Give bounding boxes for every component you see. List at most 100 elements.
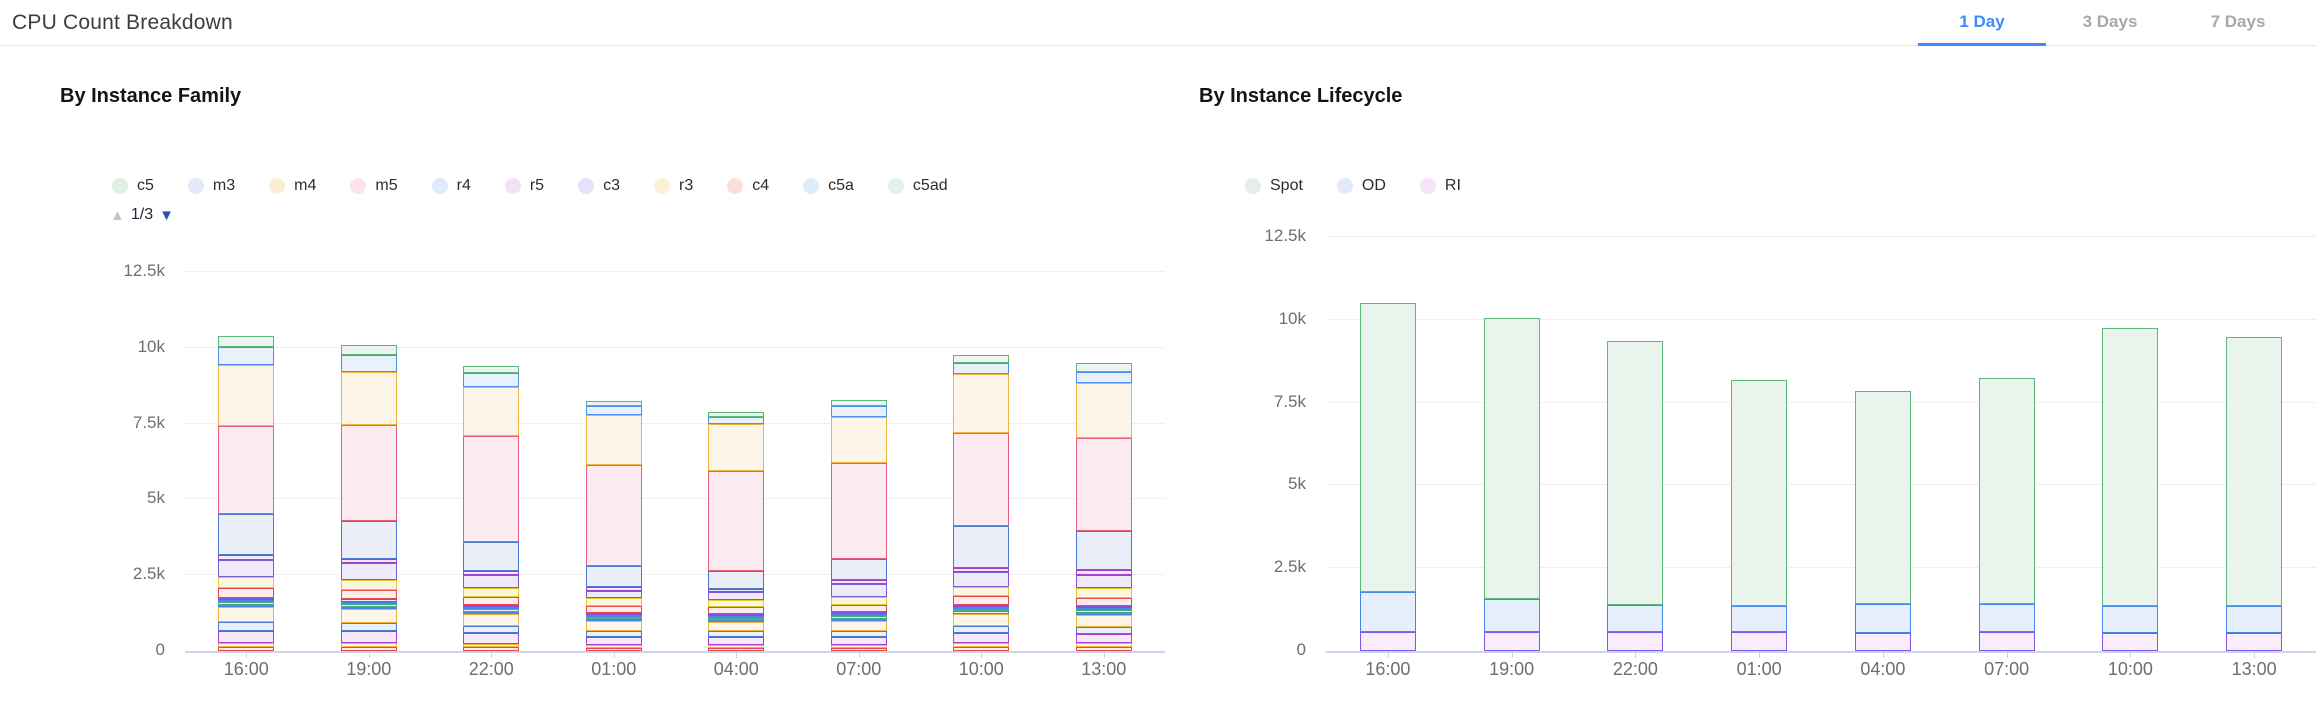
bar-segment-r4[interactable] <box>586 566 642 587</box>
bar-segment-r3[interactable] <box>463 588 519 597</box>
bar-segment-ri[interactable] <box>1855 633 1911 651</box>
bar-segment-spot[interactable] <box>1360 303 1416 592</box>
bar-segment-m4[interactable] <box>463 387 519 436</box>
bar-segment-spot[interactable] <box>1484 318 1540 599</box>
bar-segment-m5[interactable] <box>586 465 642 566</box>
bar-segment-c4[interactable] <box>708 607 764 614</box>
bar-segment[interactable] <box>831 637 887 645</box>
bar-segment[interactable] <box>953 633 1009 643</box>
bar-segment-c3[interactable] <box>218 560 274 578</box>
bar-segment-r3[interactable] <box>1076 588 1132 597</box>
bar-segment-c3[interactable] <box>586 591 642 598</box>
bar-segment-c4[interactable] <box>218 588 274 597</box>
bar-segment-od[interactable] <box>1979 604 2035 632</box>
bar-segment-c5a[interactable] <box>218 347 274 365</box>
bar-segment-ri[interactable] <box>1607 632 1663 651</box>
bar-segment-spot[interactable] <box>2102 328 2158 606</box>
bar-segment-c5a[interactable] <box>831 406 887 417</box>
bar-segment-c4[interactable] <box>831 605 887 612</box>
legend-item-c5[interactable]: c5 <box>112 177 154 195</box>
legend-item-m4[interactable]: m4 <box>269 177 316 195</box>
bar-segment-c5a[interactable] <box>341 355 397 372</box>
legend-item-m5[interactable]: m5 <box>350 177 397 195</box>
bar-segment-r4[interactable] <box>831 559 887 580</box>
tab-3-days[interactable]: 3 Days <box>2046 0 2174 46</box>
bar-segment[interactable] <box>463 633 519 643</box>
bar-segment-c5a[interactable] <box>953 363 1009 374</box>
bar-segment[interactable] <box>953 614 1009 626</box>
bar-segment-c5a[interactable] <box>1076 372 1132 383</box>
bar-segment[interactable] <box>586 621 642 631</box>
bar-segment-ri[interactable] <box>1360 632 1416 651</box>
bar-segment[interactable] <box>218 631 274 643</box>
bar-segment-r3[interactable] <box>218 577 274 588</box>
legend-item-c3[interactable]: c3 <box>578 177 620 195</box>
legend-item-od[interactable]: OD <box>1337 177 1386 195</box>
bar-segment-r3[interactable] <box>831 597 887 605</box>
bar-segment-c3[interactable] <box>1076 575 1132 589</box>
bar-segment-od[interactable] <box>1607 605 1663 632</box>
tab-1-day[interactable]: 1 Day <box>1918 0 2046 46</box>
bar-segment-m4[interactable] <box>1076 383 1132 438</box>
bar-segment[interactable] <box>1076 634 1132 644</box>
bar-segment-spot[interactable] <box>2226 337 2282 607</box>
bar-segment[interactable] <box>953 626 1009 633</box>
bar-segment-m4[interactable] <box>953 374 1009 433</box>
legend-item-m3[interactable]: m3 <box>188 177 235 195</box>
bar-segment-c4[interactable] <box>341 590 397 599</box>
bar-segment[interactable] <box>708 637 764 645</box>
bar-segment-m4[interactable] <box>586 415 642 465</box>
bar-segment-spot[interactable] <box>1855 391 1911 604</box>
bar-segment-c4[interactable] <box>463 597 519 605</box>
legend-page-up-button[interactable]: ▲ <box>110 208 125 223</box>
bar-segment-c3[interactable] <box>463 575 519 588</box>
bar-segment-od[interactable] <box>1731 606 1787 632</box>
bar-segment[interactable] <box>1076 627 1132 634</box>
bar-segment-m5[interactable] <box>953 433 1009 526</box>
bar-segment-r3[interactable] <box>341 580 397 590</box>
bar-segment-m5[interactable] <box>1076 438 1132 532</box>
bar-segment-m5[interactable] <box>341 425 397 520</box>
bar-segment-od[interactable] <box>2226 606 2282 633</box>
bar-segment-m5[interactable] <box>708 471 764 570</box>
bar-segment[interactable] <box>831 621 887 631</box>
bar-segment-m5[interactable] <box>463 436 519 543</box>
bar-segment-c5a[interactable] <box>463 373 519 387</box>
bar-segment-c3[interactable] <box>341 563 397 580</box>
bar-segment-m4[interactable] <box>341 372 397 425</box>
bar-segment[interactable] <box>218 622 274 631</box>
bar-segment-m4[interactable] <box>218 365 274 425</box>
bar-segment-m4[interactable] <box>831 417 887 463</box>
legend-item-r3[interactable]: r3 <box>654 177 693 195</box>
bar-segment-od[interactable] <box>1855 604 1911 632</box>
bar-segment-od[interactable] <box>2102 606 2158 633</box>
bar-segment-c5[interactable] <box>1076 363 1132 372</box>
bar-segment-r3[interactable] <box>708 600 764 607</box>
bar-segment-ri[interactable] <box>2226 633 2282 651</box>
bar-segment[interactable] <box>341 623 397 631</box>
bar-segment-r4[interactable] <box>1076 531 1132 570</box>
bar-segment-r4[interactable] <box>341 521 397 559</box>
bar-segment-r3[interactable] <box>953 587 1009 597</box>
bar-segment[interactable] <box>218 607 274 621</box>
bar-segment-c3[interactable] <box>708 592 764 600</box>
bar-segment-m5[interactable] <box>218 426 274 514</box>
bar-segment-c5[interactable] <box>341 345 397 356</box>
bar-segment-r4[interactable] <box>218 514 274 555</box>
bar-segment-m4[interactable] <box>708 424 764 471</box>
bar-segment-c5a[interactable] <box>708 417 764 425</box>
bar-segment-m5[interactable] <box>831 463 887 559</box>
legend-item-r5[interactable]: r5 <box>505 177 544 195</box>
bar-segment-c5[interactable] <box>218 336 274 348</box>
bar-segment-c5[interactable] <box>953 355 1009 363</box>
bar-segment-c5[interactable] <box>463 366 519 374</box>
bar-segment-c3[interactable] <box>953 572 1009 587</box>
bar-segment-c4[interactable] <box>586 606 642 613</box>
bar-segment-r4[interactable] <box>463 542 519 570</box>
bar-segment-spot[interactable] <box>1731 380 1787 606</box>
bar-segment-r4[interactable] <box>953 526 1009 568</box>
bar-segment-spot[interactable] <box>1979 378 2035 604</box>
bar-segment-spot[interactable] <box>1607 341 1663 605</box>
tab-7-days[interactable]: 7 Days <box>2174 0 2302 46</box>
bar-segment[interactable] <box>341 609 397 623</box>
